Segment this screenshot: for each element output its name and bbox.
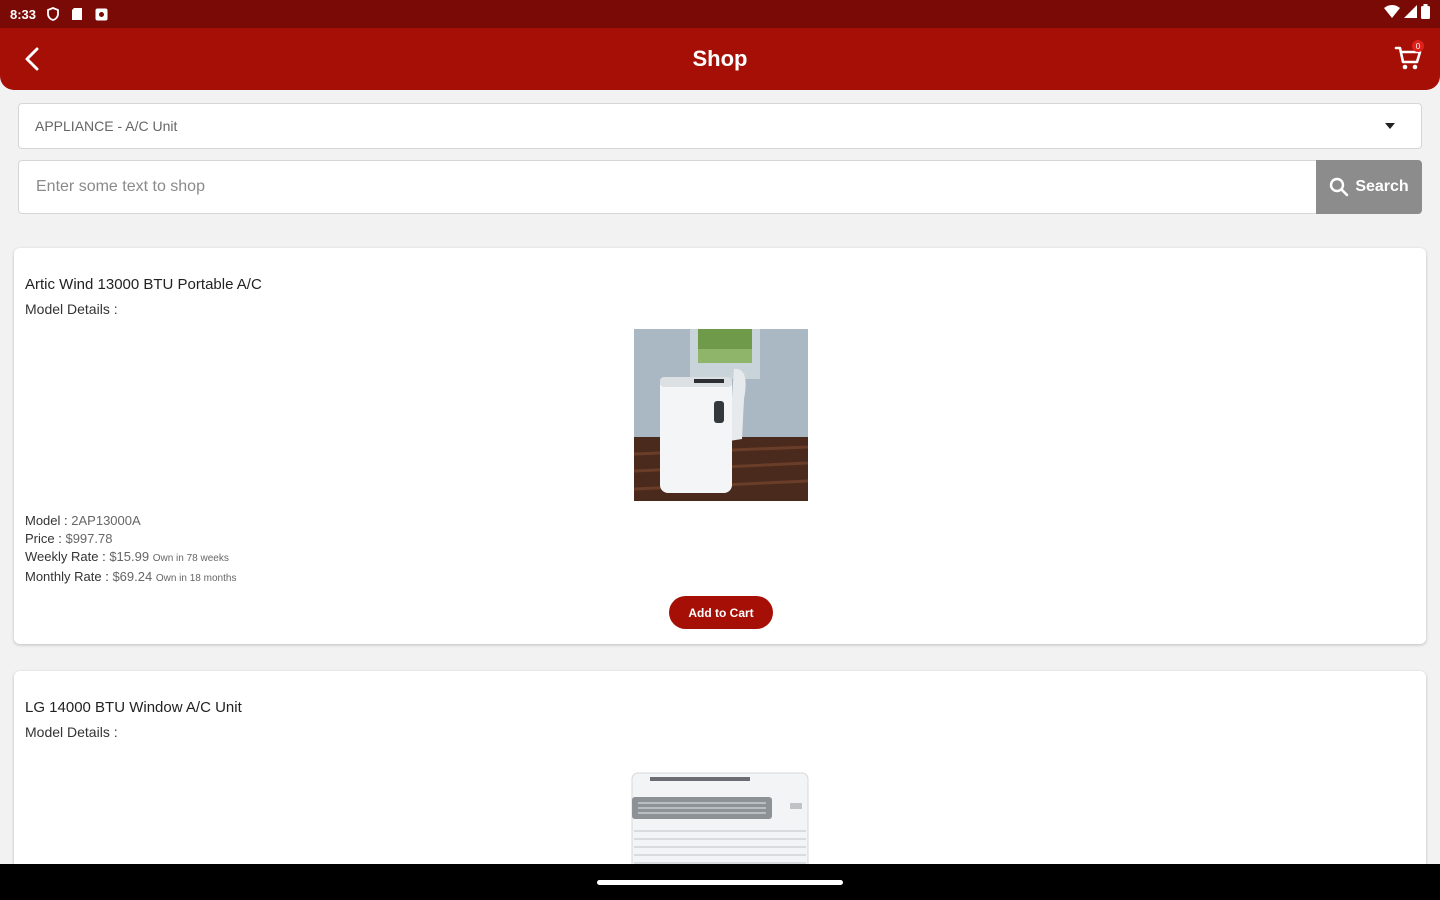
- signal-icon: [1404, 5, 1417, 23]
- model-value: 2AP13000A: [71, 513, 141, 528]
- dropdown-arrow-icon: [1385, 123, 1395, 129]
- cart-count-badge: 0: [1412, 40, 1424, 52]
- wifi-icon: [1384, 5, 1400, 23]
- category-dropdown[interactable]: APPLIANCE - A/C Unit: [18, 103, 1422, 149]
- model-details-label: Model Details :: [25, 301, 118, 317]
- category-selected-value: APPLIANCE - A/C Unit: [35, 118, 178, 134]
- product-image-window-ac[interactable]: [622, 767, 818, 878]
- home-gesture-handle[interactable]: [597, 880, 843, 885]
- product-name: LG 14000 BTU Window A/C Unit: [25, 699, 242, 716]
- search-icon: [1330, 177, 1349, 197]
- search-button-label: Search: [1355, 178, 1409, 195]
- sd-card-icon: [70, 7, 84, 21]
- back-button[interactable]: [18, 43, 46, 75]
- monthly-rate-note: Own in 18 months: [155, 573, 237, 584]
- model-row: Model : 2AP13000A: [25, 512, 236, 530]
- app-bar: Shop 0: [0, 28, 1440, 90]
- page-title: Shop: [692, 46, 748, 71]
- product-specs: Model : 2AP13000A Price : $997.78 Weekly…: [25, 512, 236, 588]
- battery-icon: [1421, 4, 1430, 24]
- price-row: Price : $997.78: [25, 530, 236, 548]
- monthly-rate-label: Monthly Rate :: [25, 569, 109, 584]
- weekly-rate-label: Weekly Rate :: [25, 549, 106, 564]
- model-label: Model :: [25, 513, 68, 528]
- model-details-label: Model Details :: [25, 724, 118, 740]
- product-image-portable-ac[interactable]: [634, 329, 808, 501]
- search-row: Search: [18, 160, 1422, 214]
- shield-status-icon: [46, 7, 60, 21]
- price-label: Price :: [25, 531, 62, 546]
- status-bar: 8:33: [0, 0, 1440, 28]
- cart-button[interactable]: 0: [1390, 40, 1426, 76]
- weekly-rate-note: Own in 78 weeks: [152, 553, 229, 564]
- price-value: $997.78: [65, 531, 113, 546]
- notification-icon: [94, 7, 108, 21]
- product-name: Artic Wind 13000 BTU Portable A/C: [25, 276, 262, 293]
- product-card: Artic Wind 13000 BTU Portable A/C Model …: [14, 248, 1426, 644]
- monthly-rate-value: $69.24: [112, 569, 153, 584]
- search-button[interactable]: Search: [1316, 160, 1422, 214]
- search-input[interactable]: [18, 160, 1316, 214]
- weekly-rate-value: $15.99: [109, 549, 150, 564]
- back-arrow-icon: [25, 47, 39, 71]
- weekly-rate-row: Weekly Rate : $15.99 Own in 78 weeks: [25, 548, 236, 568]
- navigation-bar: [0, 864, 1440, 900]
- monthly-rate-row: Monthly Rate : $69.24 Own in 18 months: [25, 568, 236, 588]
- add-to-cart-button[interactable]: Add to Cart: [669, 596, 773, 629]
- status-time: 8:33: [10, 6, 37, 22]
